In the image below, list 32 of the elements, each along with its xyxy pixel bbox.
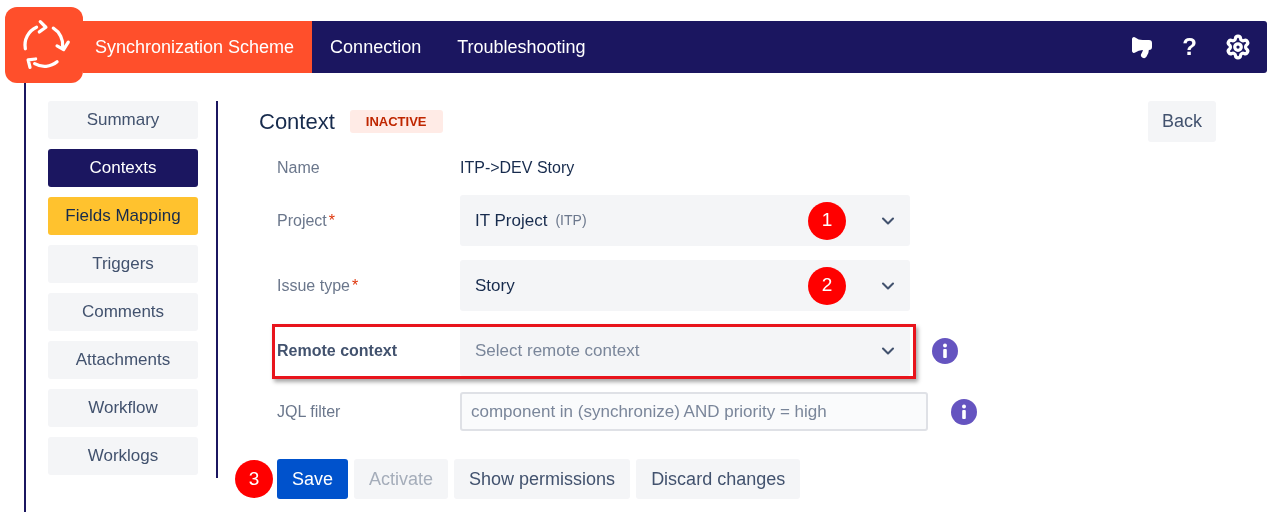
field-label: JQL filter <box>277 401 342 422</box>
info-icon[interactable] <box>951 398 977 425</box>
nav-tab[interactable]: Troubleshooting <box>439 21 604 73</box>
back-button[interactable]: Back <box>1147 101 1216 142</box>
help-button[interactable]: ? <box>1182 29 1197 65</box>
step-number-badge: 3 <box>235 460 273 498</box>
sidebar-item[interactable]: Comments <box>48 293 198 331</box>
sidebar-item[interactable]: Worklogs <box>48 437 198 475</box>
sidebar-item[interactable]: Contexts <box>48 149 198 187</box>
nav-tab[interactable]: Connection <box>312 21 440 73</box>
step-number-badge: 1 <box>808 201 846 240</box>
sidebar-item[interactable]: Fields Mapping <box>48 197 198 235</box>
sidebar-item[interactable]: Attachments <box>48 341 198 379</box>
jql-input-field[interactable]: component in (synchronize) AND priority = high <box>460 392 928 431</box>
field-label: Issue type* <box>277 275 360 296</box>
info-icon[interactable] <box>932 337 958 364</box>
step-number-badge: 2 <box>808 266 846 305</box>
field-label: Project* <box>277 210 337 231</box>
page-title: Context <box>259 108 335 136</box>
action-button[interactable]: Discard changes <box>636 459 801 499</box>
action-button[interactable]: Show permissions <box>454 459 631 499</box>
select-field[interactable]: IT Project (ITP) 1 <box>460 195 910 246</box>
field-label: Name <box>277 158 321 178</box>
sidebar-item[interactable]: Workflow <box>48 389 198 427</box>
status-label: INACTIVE <box>349 109 443 134</box>
field-value: ITP->DEV Story <box>460 158 575 178</box>
field-label: Remote context <box>277 340 399 361</box>
settings-icon[interactable] <box>1225 34 1251 60</box>
sidebar-item[interactable]: Summary <box>48 101 198 139</box>
select-field[interactable]: Story 2 <box>460 260 910 311</box>
action-button[interactable]: Save <box>277 459 349 499</box>
sidebar-item[interactable]: Triggers <box>48 245 198 283</box>
